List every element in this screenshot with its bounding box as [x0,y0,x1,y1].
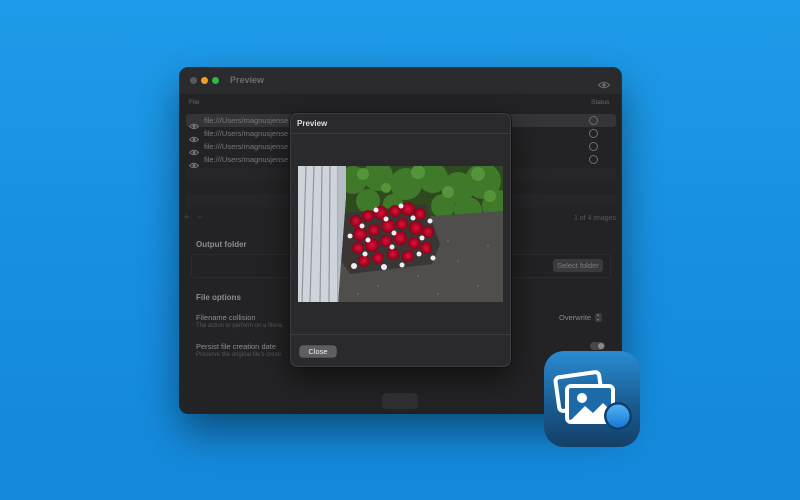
filename-collision-label: Filename collision [196,313,256,322]
add-file-button[interactable]: + [184,212,189,222]
file-path: file:///Users/magnusjense [204,155,289,164]
photo-stack-app-icon [543,350,641,448]
file-column-header[interactable]: File [189,99,199,106]
divider [290,334,511,335]
divider [290,133,511,134]
chevron-updown-icon[interactable] [595,313,602,322]
output-folder-heading: Output folder [196,240,247,249]
dialog-title: Preview [297,119,328,128]
persist-date-label: Persist file creation date [196,342,277,351]
file-options-heading: File options [196,293,241,302]
close-window-button[interactable] [190,77,197,84]
file-path: file:///Users/magnusjense [204,116,289,125]
file-path: file:///Users/magnusjense [204,142,289,151]
persist-date-toggle[interactable] [590,342,605,350]
title-bar: Preview [180,68,621,94]
filename-collision-description: The action to perform on a filena [196,323,283,329]
close-button[interactable]: Close [300,346,336,357]
eye-icon[interactable] [597,76,611,94]
preview-image [298,166,503,302]
convert-button[interactable] [382,393,418,409]
persist-date-description: Preserve the original file's creati [196,352,281,358]
status-circle-icon [589,142,598,151]
file-path: file:///Users/magnusjense [204,129,289,138]
status-circle-icon [589,155,598,164]
list-controls: + − [184,212,211,222]
window-title: Preview [230,75,265,85]
collision-select[interactable]: Overwrite [559,313,591,322]
image-count: 1 of 4 images [573,215,616,222]
status-circle-icon [589,116,598,125]
minimize-window-button[interactable] [201,77,208,84]
zoom-window-button[interactable] [212,77,219,84]
status-circle-icon [589,129,598,138]
status-column-header[interactable]: Status [591,99,609,106]
select-folder-button[interactable]: Select folder [553,259,603,272]
remove-file-button[interactable]: − [197,212,202,222]
preview-dialog: Preview Close [290,113,511,367]
